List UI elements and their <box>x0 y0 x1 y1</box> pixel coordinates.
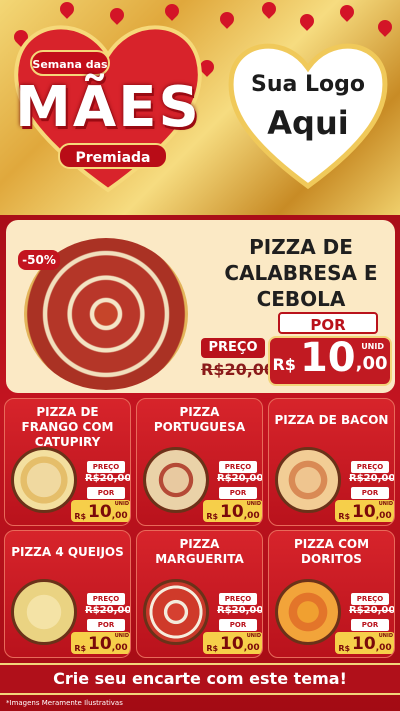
offer-card[interactable]: PIZZA DE BACON PREÇO R$20,00 POR R$ 10,00… <box>268 398 395 526</box>
card-product-name: PIZZA COM DORITOS <box>293 537 370 566</box>
currency-symbol: R$ <box>338 644 351 653</box>
por-label: POR <box>87 487 125 499</box>
discount-badge: -50% <box>18 250 60 270</box>
offer-card[interactable]: PIZZA PORTUGUESA PREÇO R$20,00 POR R$ 10,… <box>136 398 263 526</box>
petal-decoration <box>297 11 317 31</box>
price-label: PREÇO <box>87 461 125 473</box>
card-product-name: PIZZA DE BACON <box>274 413 389 427</box>
price-integer: 10 <box>88 634 112 654</box>
price-cents: ,00 <box>375 643 392 653</box>
unit-label: UNID <box>378 501 393 507</box>
campaign-title: MÃES <box>15 75 201 140</box>
offer-card[interactable]: PIZZA MARGUERITA PREÇO R$20,00 POR R$ 10,… <box>136 530 263 658</box>
new-price: R$ 10,00 UNID <box>203 632 262 654</box>
featured-offer[interactable]: -50% PIZZA DE CALABRESA E CEBOLA PREÇO R… <box>6 220 395 393</box>
campaign-badge: Semana das <box>30 50 110 76</box>
new-price: R$ 10,00 UNID <box>71 500 130 522</box>
por-label: POR <box>219 619 257 631</box>
featured-product-name: PIZZA DE CALABRESA E CEBOLA <box>224 235 378 311</box>
price-cents: ,00 <box>111 643 128 653</box>
price-integer: 10 <box>299 335 356 381</box>
price-label: PREÇO <box>87 593 125 605</box>
unit-label: UNID <box>114 633 129 639</box>
pizza-image <box>143 447 209 513</box>
logo-line-2: Aqui <box>267 104 349 142</box>
old-price: R$20,00 <box>349 473 395 484</box>
currency-symbol: R$ <box>74 512 87 521</box>
new-price: R$ 10,00 UNID <box>71 632 130 654</box>
price-label: PREÇO <box>351 593 389 605</box>
petal-decoration <box>259 0 279 19</box>
currency-symbol: R$ <box>206 644 219 653</box>
price-integer: 10 <box>220 502 244 522</box>
pizza-image <box>143 579 209 645</box>
price-cents: ,00 <box>355 353 388 374</box>
cta-banner[interactable]: Crie seu encarte com este tema! <box>0 663 400 695</box>
old-price: R$20,00 <box>217 605 263 616</box>
campaign-subtitle: Premiada <box>58 143 168 169</box>
unit-label: UNID <box>246 501 261 507</box>
old-price: R$20,00 <box>85 473 131 484</box>
new-price: R$ 10,00 UNID <box>335 500 394 522</box>
pizza-image <box>11 579 77 645</box>
card-product-name: PIZZA PORTUGUESA <box>153 405 246 434</box>
logo-line-1: Sua Logo <box>250 72 365 97</box>
por-label: POR <box>351 487 389 499</box>
pizza-image <box>275 579 341 645</box>
price-integer: 10 <box>352 502 376 522</box>
card-product-name: PIZZA MARGUERITA <box>155 537 244 566</box>
new-price: R$ 10,00 UNID <box>335 632 394 654</box>
por-label: POR <box>351 619 389 631</box>
price-cents: ,00 <box>111 511 128 521</box>
logo-placeholder[interactable]: Sua Logo Aqui <box>222 66 394 142</box>
header: Semana das MÃES Premiada Sua Logo Aqui <box>0 0 400 215</box>
offer-card[interactable]: PIZZA 4 QUEIJOS PREÇO R$20,00 POR R$ 10,0… <box>4 530 131 658</box>
unit-label: UNID <box>114 501 129 507</box>
price-integer: 10 <box>220 634 244 654</box>
card-product-name: PIZZA DE FRANGO COM CATUPIRY <box>21 405 114 449</box>
currency-symbol: R$ <box>206 512 219 521</box>
unit-label: UNID <box>361 342 384 351</box>
pizza-image <box>275 447 341 513</box>
offer-card[interactable]: PIZZA DE FRANGO COM CATUPIRY PREÇO R$20,… <box>4 398 131 526</box>
currency-symbol: R$ <box>74 644 87 653</box>
old-price: R$20,00 <box>85 605 131 616</box>
old-price: R$20,00 <box>217 473 263 484</box>
pizza-image <box>11 447 77 513</box>
price-label: PREÇO <box>219 461 257 473</box>
unit-label: UNID <box>378 633 393 639</box>
petal-decoration <box>337 2 357 22</box>
offers-area: -50% PIZZA DE CALABRESA E CEBOLA PREÇO R… <box>0 215 400 711</box>
unit-label: UNID <box>246 633 261 639</box>
new-price: R$ 10 ,00 UNID <box>268 336 392 386</box>
price-label: PREÇO <box>351 461 389 473</box>
offer-card[interactable]: PIZZA COM DORITOS PREÇO R$20,00 POR R$ 10… <box>268 530 395 658</box>
new-price: R$ 10,00 UNID <box>203 500 262 522</box>
card-product-name: PIZZA 4 QUEIJOS <box>11 545 124 559</box>
petal-decoration <box>217 9 237 29</box>
price-cents: ,00 <box>243 643 260 653</box>
price-label: PREÇO <box>219 593 257 605</box>
price-cents: ,00 <box>243 511 260 521</box>
currency-symbol: R$ <box>272 355 296 374</box>
por-label: POR <box>87 619 125 631</box>
old-price: R$20,00 <box>349 605 395 616</box>
por-label: POR <box>219 487 257 499</box>
price-label: PREÇO <box>201 338 265 358</box>
old-price: R$20,00 <box>201 360 276 379</box>
price-cents: ,00 <box>375 511 392 521</box>
price-integer: 10 <box>88 502 112 522</box>
currency-symbol: R$ <box>338 512 351 521</box>
price-integer: 10 <box>352 634 376 654</box>
por-label: POR <box>278 312 378 334</box>
disclaimer: *Imagens Meramente Ilustrativas <box>6 699 123 707</box>
